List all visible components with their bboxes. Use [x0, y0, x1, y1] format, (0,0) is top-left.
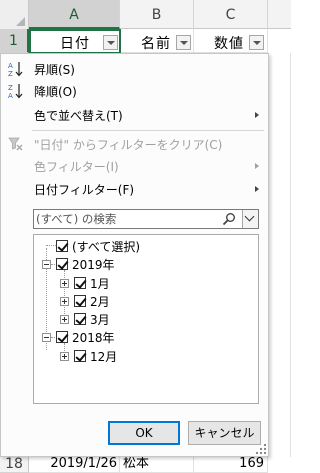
month-checkbox[interactable] — [74, 277, 86, 289]
menu-separator — [32, 130, 264, 131]
svg-text:A: A — [8, 92, 13, 100]
submenu-arrow-icon — [255, 186, 259, 192]
color-filter-label: 色フィルター(I) — [34, 160, 119, 174]
column-header-a[interactable]: A — [29, 0, 120, 29]
svg-text:A: A — [8, 62, 13, 70]
sort-ascending-label: 昇順(S) — [34, 63, 75, 77]
clear-filter-icon — [8, 137, 23, 151]
tree-item-month[interactable]: 1月 — [34, 274, 254, 292]
svg-text:Z: Z — [8, 70, 13, 78]
collapse-icon[interactable] — [42, 260, 51, 269]
clear-filter-item[interactable]: "日付" からフィルターをクリア(C) — [1, 133, 268, 155]
month-label: 3月 — [90, 313, 110, 327]
grid-fragment — [268, 53, 291, 457]
resize-grip[interactable] — [256, 444, 266, 454]
cancel-button[interactable]: キャンセル — [188, 421, 261, 445]
expand-icon[interactable] — [60, 315, 69, 324]
month-checkbox[interactable] — [74, 295, 86, 307]
tree-item-month[interactable]: 3月 — [34, 310, 254, 328]
filter-search-input[interactable] — [36, 211, 226, 227]
filter-value-tree: (すべて選択) 2019年 1月 2月 3月 2018年 12月 — [33, 234, 259, 404]
sort-by-color-item[interactable]: 色で並べ替え(T) — [1, 104, 268, 126]
filter-dropdown-c-button[interactable] — [249, 35, 264, 50]
collapse-icon[interactable] — [42, 333, 51, 342]
sort-ascending-item[interactable]: A Z 昇順(S) — [1, 58, 268, 80]
select-all-checkbox[interactable] — [56, 240, 68, 252]
tree-item-select-all[interactable]: (すべて選択) — [34, 237, 254, 255]
cell-a18[interactable]: 2019/1/26 — [29, 457, 120, 473]
expand-icon[interactable] — [60, 352, 69, 361]
tree-item-year-2018[interactable]: 2018年 — [34, 328, 254, 346]
cell-b18[interactable]: 松本 — [120, 457, 194, 473]
cell-b1-text: 名前 — [141, 36, 171, 52]
date-filter-item[interactable]: 日付フィルター(F) — [1, 178, 268, 200]
sort-descending-icon: Z A — [8, 84, 23, 100]
tree-item-year-2019[interactable]: 2019年 — [34, 255, 254, 273]
row-header-1[interactable]: 1 — [0, 29, 29, 53]
month-checkbox[interactable] — [74, 350, 86, 362]
clear-filter-label: "日付" からフィルターをクリア(C) — [34, 138, 223, 152]
svg-text:Z: Z — [8, 84, 13, 92]
year-2019-checkbox[interactable] — [56, 258, 68, 270]
autofilter-menu: A Z 昇順(S) Z A 降順(O) 色で並べ替え(T) "日付" からフィル… — [0, 53, 269, 457]
tree-item-month[interactable]: 2月 — [34, 292, 254, 310]
expand-icon[interactable] — [60, 297, 69, 306]
month-label: 12月 — [90, 350, 118, 364]
color-filter-item[interactable]: 色フィルター(I) — [1, 155, 268, 177]
year-2018-checkbox[interactable] — [56, 331, 68, 343]
month-label: 2月 — [90, 295, 110, 309]
sort-descending-label: 降順(O) — [34, 85, 77, 99]
column-header-c[interactable]: C — [194, 0, 268, 29]
cell-c1-text: 数値 — [214, 36, 244, 52]
filter-dropdown-b-button[interactable] — [176, 35, 191, 50]
column-header-b[interactable]: B — [120, 0, 194, 29]
month-label: 1月 — [90, 277, 110, 291]
ok-button[interactable]: OK — [108, 421, 180, 445]
month-checkbox[interactable] — [74, 313, 86, 325]
search-options-dropdown-button[interactable] — [242, 210, 258, 228]
row-header-18[interactable]: 18 — [0, 457, 29, 473]
year-2018-label: 2018年 — [72, 331, 115, 345]
expand-icon[interactable] — [60, 279, 69, 288]
date-filter-label: 日付フィルター(F) — [34, 183, 135, 197]
submenu-arrow-icon — [255, 163, 259, 169]
year-2019-label: 2019年 — [72, 258, 115, 272]
filter-search-box — [33, 209, 259, 229]
search-icon[interactable] — [222, 212, 236, 226]
tree-item-month[interactable]: 12月 — [34, 347, 254, 365]
sort-by-color-label: 色で並べ替え(T) — [34, 109, 123, 123]
cell-c18[interactable]: 169 — [194, 457, 268, 473]
select-all-corner[interactable] — [0, 0, 29, 29]
cell-a1-text: 日付 — [60, 36, 90, 52]
submenu-arrow-icon — [255, 112, 259, 118]
sort-descending-item[interactable]: Z A 降順(O) — [1, 80, 268, 102]
sort-ascending-icon: A Z — [8, 62, 23, 78]
select-all-label: (すべて選択) — [72, 240, 141, 254]
filter-dropdown-a-button[interactable] — [103, 35, 118, 50]
